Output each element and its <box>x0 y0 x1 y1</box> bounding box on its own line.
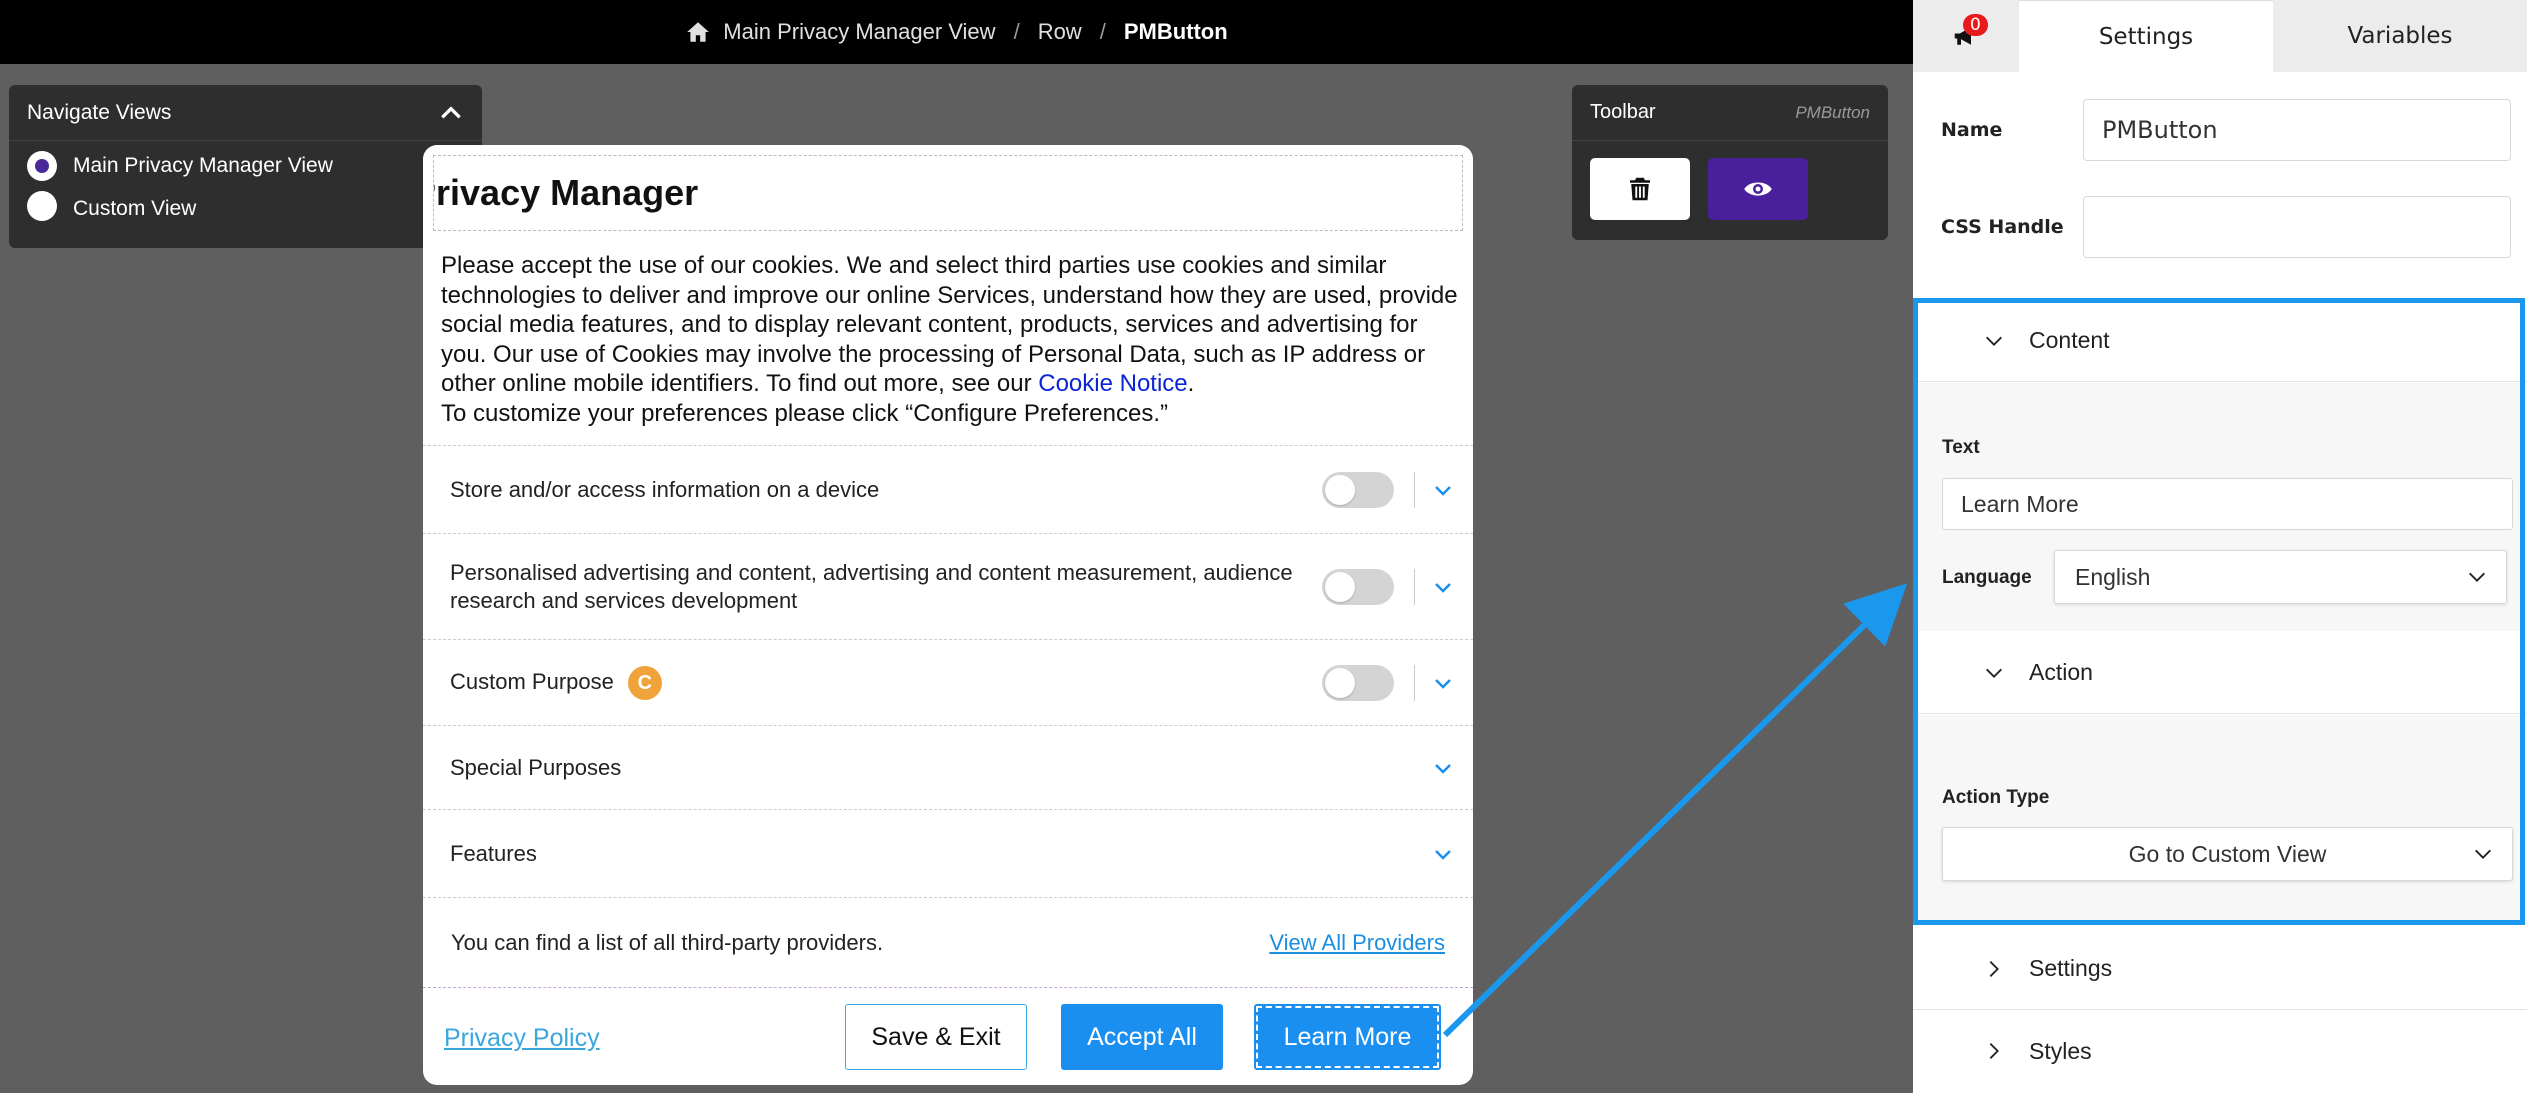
home-icon[interactable]: Main Privacy Manager View <box>685 19 996 45</box>
css-handle-input[interactable] <box>2083 196 2511 258</box>
chevron-down-icon <box>2475 849 2491 859</box>
name-input[interactable]: PMButton <box>2083 99 2511 161</box>
chevron-right-icon <box>1989 1043 1999 1059</box>
purpose-toggle[interactable] <box>1322 568 1394 605</box>
modal-title: Privacy Manager <box>433 172 699 213</box>
action-type-label: Action Type <box>1942 787 2050 808</box>
purpose-row[interactable]: Store and/or access information on a dev… <box>423 445 1473 533</box>
toolbar-component-name: PMButton <box>1795 102 1870 122</box>
language-label: Language <box>1942 567 2032 588</box>
purpose-toggle[interactable] <box>1322 664 1394 701</box>
purpose-label: Custom Purpose <box>450 668 614 694</box>
chevron-down-icon[interactable] <box>1431 478 1455 502</box>
delete-button[interactable] <box>1590 158 1690 220</box>
privacy-manager-modal: Privacy Manager Please accept the use of… <box>423 145 1473 1085</box>
modal-description: Please accept the use of our cookies. We… <box>441 251 1461 428</box>
view-option-label: Main Privacy Manager View <box>73 154 333 177</box>
purpose-row[interactable]: Features <box>423 809 1473 897</box>
chevron-down-icon[interactable] <box>1431 756 1455 780</box>
radio-unselected-icon[interactable] <box>27 191 57 221</box>
view-option-label: Custom View <box>73 197 197 220</box>
panel-tabs: 0 Settings Variables <box>1913 0 2527 72</box>
css-handle-label: CSS Handle <box>1941 216 2064 238</box>
purpose-label: Store and/or access information on a dev… <box>450 476 880 502</box>
providers-text: You can find a list of all third-party p… <box>451 929 884 955</box>
chevron-down-icon[interactable] <box>1431 671 1455 695</box>
navigate-views-title: Navigate Views <box>27 100 172 124</box>
name-label: Name <box>1941 119 2003 141</box>
radio-selected-icon[interactable] <box>27 151 57 181</box>
view-all-providers-link[interactable]: View All Providers <box>1269 930 1445 956</box>
description-period: . <box>1187 370 1195 397</box>
text-input[interactable]: Learn More <box>1942 478 2513 530</box>
breadcrumb-item-main[interactable]: Main Privacy Manager View <box>723 19 995 45</box>
content-section-header[interactable]: Content <box>1913 300 2527 382</box>
description-text: Please accept the use of our cookies. We… <box>441 252 1458 397</box>
purpose-toggle[interactable] <box>1322 471 1394 508</box>
breadcrumb: Main Privacy Manager View / Row / PMButt… <box>685 19 1228 45</box>
purpose-label: Personalised advertising and content, ad… <box>450 559 1293 613</box>
divider <box>1414 471 1415 508</box>
breadcrumb-separator: / <box>1099 19 1106 44</box>
view-option-main[interactable]: Main Privacy Manager View <box>9 141 482 191</box>
chevron-down-icon[interactable] <box>1431 575 1455 599</box>
divider <box>1414 568 1415 605</box>
name-field-row: Name PMButton <box>1941 99 2511 161</box>
notification-count-badge: 0 <box>1963 14 1988 36</box>
styles-section-header[interactable]: Styles <box>1913 1010 2527 1092</box>
cookie-notice-link[interactable]: Cookie Notice <box>1038 370 1187 397</box>
chevron-down-icon <box>1986 336 2002 346</box>
styles-section-title: Styles <box>2029 1037 2092 1064</box>
notifications-button[interactable]: 0 <box>1913 0 2019 72</box>
navigate-views-header[interactable]: Navigate Views <box>9 85 482 141</box>
save-exit-button[interactable]: Save & Exit <box>845 1004 1027 1070</box>
tab-settings[interactable]: Settings <box>2019 0 2273 72</box>
toolbar-title: Toolbar <box>1590 101 1656 123</box>
language-select[interactable]: English <box>2054 550 2507 604</box>
action-section-header[interactable]: Action <box>1913 632 2527 714</box>
purpose-label-wrap: Custom Purpose C <box>450 665 1473 700</box>
chevron-down-icon[interactable] <box>1431 842 1455 866</box>
css-handle-row: CSS Handle <box>1941 196 2511 258</box>
breadcrumb-separator: / <box>1013 19 1020 44</box>
trash-icon <box>1630 177 1650 201</box>
custom-badge: C <box>627 665 662 700</box>
component-toolbar: Toolbar PMButton <box>1572 85 1888 240</box>
purpose-label: Special Purposes <box>450 754 622 780</box>
purpose-label: Features <box>450 840 537 866</box>
view-option-custom[interactable]: Custom View <box>9 191 482 231</box>
action-section-title: Action <box>2029 659 2093 685</box>
settings-section-header[interactable]: Settings <box>1913 928 2527 1010</box>
purpose-row[interactable]: Special Purposes <box>423 725 1473 809</box>
purpose-row[interactable]: Personalised advertising and content, ad… <box>423 533 1473 639</box>
breadcrumb-item-current: PMButton <box>1123 19 1228 44</box>
navigate-views-panel: Navigate Views Main Privacy Manager View… <box>9 85 482 248</box>
chevron-right-icon <box>1989 960 1999 977</box>
privacy-policy-link[interactable]: Privacy Policy <box>444 1024 600 1053</box>
chevron-down-icon <box>2469 572 2485 582</box>
language-value: English <box>2075 563 2151 590</box>
chevron-down-icon <box>1986 668 2002 678</box>
breadcrumb-bar: Main Privacy Manager View / Row / PMButt… <box>0 0 1913 64</box>
description-line2: To customize your preferences please cli… <box>441 399 1168 427</box>
action-type-value: Go to Custom View <box>2128 840 2327 867</box>
text-label: Text <box>1942 437 1980 458</box>
settings-section-title: Settings <box>2029 955 2113 981</box>
divider <box>1414 664 1415 701</box>
chevron-up-icon[interactable] <box>438 100 464 126</box>
breadcrumb-item-row[interactable]: Row <box>1038 19 1082 45</box>
preview-button[interactable] <box>1708 158 1808 220</box>
tab-variables[interactable]: Variables <box>2273 0 2527 72</box>
providers-row: You can find a list of all third-party p… <box>423 897 1473 987</box>
purpose-row[interactable]: Custom Purpose C <box>423 639 1473 725</box>
eye-icon <box>1744 182 1772 196</box>
action-section-body <box>1918 715 2522 920</box>
learn-more-button[interactable]: Learn More <box>1254 1004 1441 1070</box>
modal-footer: Privacy Policy Save & Exit Accept All Le… <box>423 987 1473 1085</box>
accept-all-button[interactable]: Accept All <box>1061 1004 1223 1070</box>
modal-title-box[interactable]: Privacy Manager <box>433 155 1463 231</box>
content-section-title: Content <box>2029 327 2110 353</box>
action-type-select[interactable]: Go to Custom View <box>1942 827 2513 881</box>
